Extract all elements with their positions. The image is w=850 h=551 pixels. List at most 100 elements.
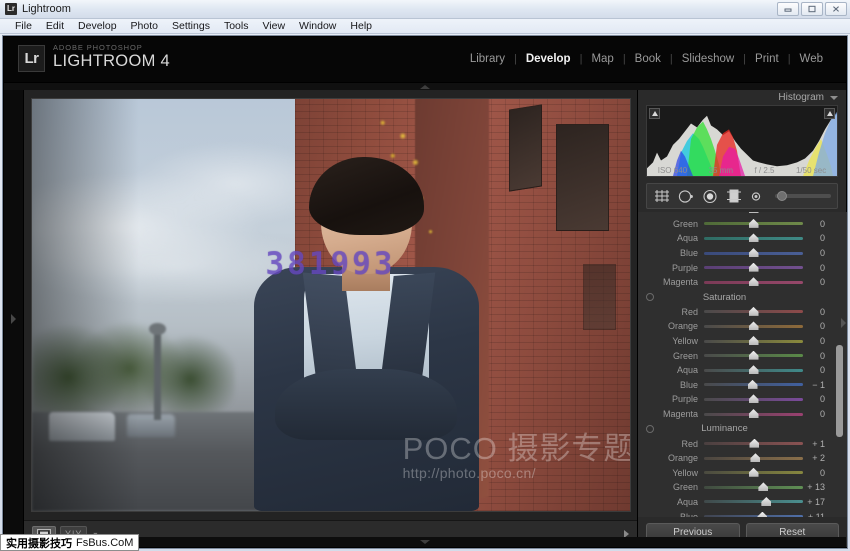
- hsl-slider-track[interactable]: [704, 365, 803, 375]
- loupe-photo-container[interactable]: 381993 POCO 摄影专题 http://photo.poco.cn/: [32, 99, 630, 511]
- hsl-slider-knob[interactable]: [749, 409, 759, 418]
- hsl-slider-row[interactable]: Red0: [638, 305, 833, 320]
- hsl-slider-value[interactable]: 0: [803, 277, 833, 287]
- module-library[interactable]: Library: [461, 53, 514, 65]
- hsl-slider-track[interactable]: [704, 351, 803, 361]
- hsl-slider-value[interactable]: 0: [803, 248, 833, 258]
- hsl-slider-row[interactable]: Magenta0: [638, 407, 833, 422]
- hsl-slider-value[interactable]: 0: [803, 321, 833, 331]
- graduated-filter-icon[interactable]: [725, 188, 742, 205]
- hsl-slider-knob[interactable]: [748, 380, 758, 389]
- hsl-slider-knob[interactable]: [749, 439, 759, 448]
- hsl-slider-track[interactable]: [704, 439, 803, 449]
- hsl-slider-track[interactable]: [704, 497, 803, 507]
- hsl-slider-value[interactable]: 0: [803, 219, 833, 229]
- hsl-slider-track[interactable]: [704, 380, 803, 390]
- hsl-slider-track[interactable]: [704, 482, 803, 492]
- crop-overlay-icon[interactable]: [653, 188, 670, 205]
- hsl-slider-track[interactable]: [704, 212, 803, 214]
- module-print[interactable]: Print: [746, 53, 788, 65]
- hsl-slider-row[interactable]: Yellow0: [638, 466, 833, 481]
- hsl-slider-knob[interactable]: [749, 336, 759, 345]
- hsl-slider-value[interactable]: 0: [803, 233, 833, 243]
- close-button[interactable]: [825, 2, 847, 16]
- hsl-slider-row[interactable]: Green0: [638, 348, 833, 363]
- hsl-slider-row[interactable]: Orange0: [638, 319, 833, 334]
- hsl-slider-row[interactable]: Aqua+ 17: [638, 495, 833, 510]
- minimize-button[interactable]: [777, 2, 799, 16]
- hsl-slider-track[interactable]: [704, 336, 803, 346]
- hsl-slider-track[interactable]: [704, 219, 803, 229]
- menu-file[interactable]: File: [8, 19, 39, 33]
- hsl-slider-value[interactable]: 0: [803, 263, 833, 273]
- module-map[interactable]: Map: [582, 53, 622, 65]
- module-develop[interactable]: Develop: [517, 53, 580, 65]
- hsl-slider-track[interactable]: [704, 263, 803, 273]
- menu-photo[interactable]: Photo: [124, 19, 165, 33]
- hsl-slider-row[interactable]: Aqua0: [638, 363, 833, 378]
- hsl-slider-track[interactable]: [704, 277, 803, 287]
- module-slideshow[interactable]: Slideshow: [673, 53, 743, 65]
- shadow-clipping-indicator[interactable]: [649, 108, 660, 119]
- hsl-slider-row[interactable]: Aqua0: [638, 231, 833, 246]
- hsl-slider-row[interactable]: Green0: [638, 217, 833, 232]
- maximize-button[interactable]: [801, 2, 823, 16]
- hsl-slider-track[interactable]: [704, 321, 803, 331]
- top-panel-collapse-toggle[interactable]: [4, 82, 846, 90]
- hsl-section-header-saturation[interactable]: Saturation: [638, 290, 833, 305]
- hsl-slider-knob[interactable]: [749, 365, 759, 374]
- hsl-slider-value[interactable]: + 17: [803, 497, 833, 507]
- hsl-slider-row[interactable]: Orange+ 2: [638, 451, 833, 466]
- hsl-slider-track[interactable]: [704, 248, 803, 258]
- module-book[interactable]: Book: [626, 53, 670, 65]
- hsl-slider-row[interactable]: Purple0: [638, 260, 833, 275]
- hsl-slider-value[interactable]: 0: [803, 336, 833, 346]
- hsl-slider-row[interactable]: Purple0: [638, 392, 833, 407]
- hsl-slider-track[interactable]: [704, 468, 803, 478]
- adjustment-brush-icon[interactable]: [749, 188, 766, 205]
- hsl-slider-row[interactable]: Green+ 13: [638, 480, 833, 495]
- brush-size-slider[interactable]: [775, 194, 831, 198]
- hsl-slider-value[interactable]: 0: [803, 409, 833, 419]
- hsl-slider-knob[interactable]: [749, 394, 759, 403]
- lightroom-logo-icon[interactable]: Lr: [18, 45, 45, 72]
- right-panel-scrollbar[interactable]: [836, 345, 843, 437]
- hsl-slider-knob[interactable]: [749, 468, 759, 477]
- hsl-slider-knob[interactable]: [749, 351, 759, 360]
- hsl-slider-value[interactable]: 0: [803, 468, 833, 478]
- hsl-slider-knob[interactable]: [761, 497, 771, 506]
- hsl-slider-value[interactable]: − 1: [803, 380, 833, 390]
- hsl-slider-track[interactable]: [704, 307, 803, 317]
- hsl-slider-value[interactable]: 0: [803, 394, 833, 404]
- hsl-slider-row[interactable]: Blue+ 11: [638, 509, 833, 517]
- menu-develop[interactable]: Develop: [71, 19, 124, 33]
- target-adjust-icon[interactable]: [646, 293, 654, 301]
- hsl-slider-value[interactable]: + 1: [803, 439, 833, 449]
- hsl-slider-track[interactable]: [704, 233, 803, 243]
- hsl-slider-value[interactable]: 0: [803, 365, 833, 375]
- hsl-slider-row[interactable]: Red+ 1: [638, 436, 833, 451]
- spot-removal-icon[interactable]: [677, 188, 694, 205]
- histogram-panel[interactable]: ISO 640 35 mm f / 2.5 1/50 sec: [646, 105, 838, 177]
- menu-settings[interactable]: Settings: [165, 19, 217, 33]
- hsl-slider-knob[interactable]: [749, 263, 759, 272]
- hsl-slider-row[interactable]: Yellow0: [638, 334, 833, 349]
- left-panel-collapse-toggle[interactable]: [4, 90, 24, 547]
- hsl-slider-row[interactable]: Blue− 1: [638, 378, 833, 393]
- brush-size-knob[interactable]: [777, 191, 787, 201]
- hsl-slider-knob[interactable]: [750, 453, 760, 462]
- hsl-slider-track[interactable]: [704, 394, 803, 404]
- hsl-slider-knob[interactable]: [749, 321, 759, 330]
- hsl-slider-value[interactable]: 0: [803, 307, 833, 317]
- hsl-slider-value[interactable]: 0: [803, 351, 833, 361]
- menu-tools[interactable]: Tools: [217, 19, 256, 33]
- hsl-slider-value[interactable]: + 13: [803, 482, 833, 492]
- hsl-slider-track[interactable]: [704, 453, 803, 463]
- histogram-header[interactable]: Histogram: [638, 90, 846, 105]
- hsl-slider-row[interactable]: Magenta0: [638, 275, 833, 290]
- highlight-clipping-indicator[interactable]: [824, 108, 835, 119]
- target-adjust-icon[interactable]: [646, 425, 654, 433]
- red-eye-correction-icon[interactable]: [701, 188, 718, 205]
- hsl-slider-knob[interactable]: [749, 233, 759, 242]
- module-web[interactable]: Web: [791, 53, 832, 65]
